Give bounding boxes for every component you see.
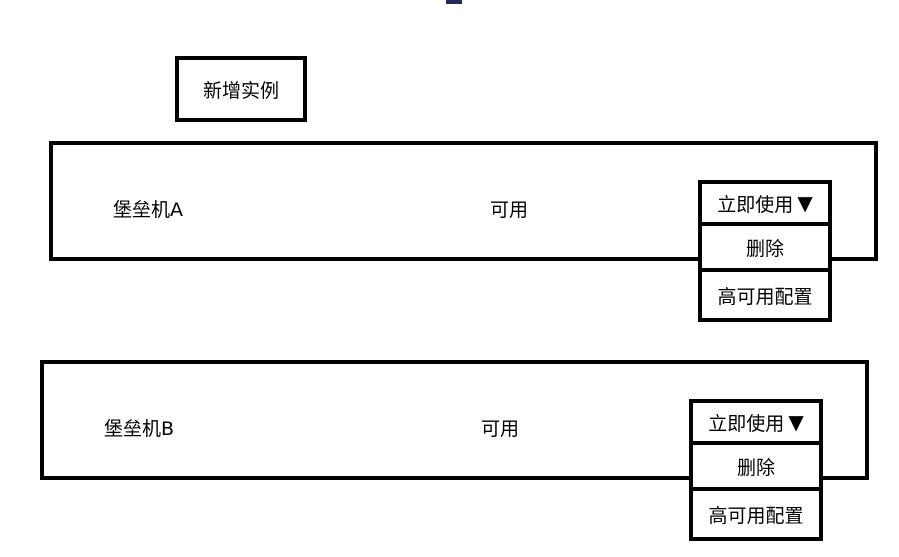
- top-indicator: [446, 0, 462, 4]
- ha-config-menu-item[interactable]: 高可用配置: [689, 487, 823, 541]
- delete-menu-item[interactable]: 删除: [698, 222, 832, 272]
- caret-down-icon: ▼: [797, 191, 813, 215]
- instance-name: 堡垒机A: [113, 199, 183, 221]
- caret-down-icon: ▼: [788, 410, 804, 434]
- instance-status: 可用: [490, 199, 529, 221]
- ha-config-menu-item[interactable]: 高可用配置: [698, 268, 832, 322]
- add-instance-button[interactable]: 新增实例: [175, 56, 307, 122]
- instance-status: 可用: [481, 418, 520, 440]
- delete-label: 删除: [745, 237, 784, 260]
- use-now-dropdown-toggle[interactable]: 立即使用 ▼: [689, 399, 823, 445]
- delete-label: 删除: [736, 456, 775, 479]
- instance-name: 堡垒机B: [104, 418, 175, 440]
- instance-action-menu-a: 立即使用 ▼ 删除 高可用配置: [698, 180, 832, 322]
- delete-menu-item[interactable]: 删除: [689, 441, 823, 491]
- use-now-dropdown-toggle[interactable]: 立即使用 ▼: [698, 180, 832, 226]
- use-now-label: 立即使用: [717, 193, 794, 216]
- instance-action-menu-b: 立即使用 ▼ 删除 高可用配置: [689, 399, 823, 541]
- add-instance-label: 新增实例: [202, 79, 279, 102]
- ha-config-label: 高可用配置: [708, 504, 804, 527]
- ha-config-label: 高可用配置: [717, 285, 813, 308]
- use-now-label: 立即使用: [708, 412, 785, 435]
